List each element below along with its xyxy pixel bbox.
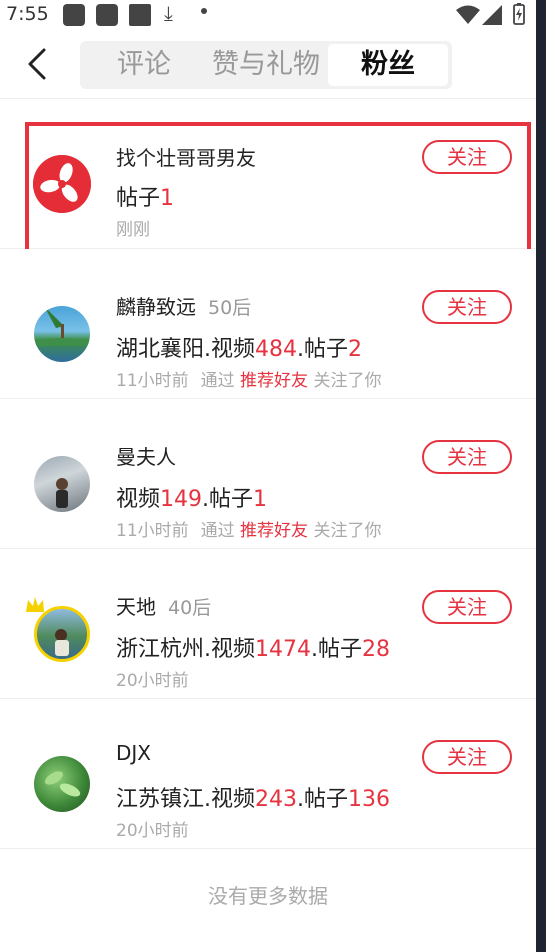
- follower-name: 曼夫人: [116, 445, 176, 469]
- landscape-avatar-image: [34, 306, 90, 346]
- age-tag: 50后: [208, 297, 252, 319]
- follower-name: DJX: [116, 741, 151, 765]
- list-item[interactable]: 曼夫人 视频149.帖子1 11小时前 通过 推荐好友 关注了你 关注: [0, 399, 536, 549]
- follow-button[interactable]: 关注: [422, 590, 512, 624]
- tab-followers[interactable]: 粉丝: [328, 44, 448, 86]
- follower-name: 天地 40后: [116, 595, 212, 619]
- follower-name: 麟静致远 50后: [116, 295, 252, 319]
- battery-icon: [513, 3, 525, 25]
- side-edge: [536, 0, 546, 952]
- list-item[interactable]: DJX 江苏镇江.视频243.帖子136 20小时前 关注: [0, 699, 536, 849]
- tab-bar: 评论 赞与礼物 粉丝: [80, 41, 452, 89]
- list-item[interactable]: 天地 40后 浙江杭州.视频1474.帖子28 20小时前 关注: [0, 549, 536, 699]
- crown-badge-icon: [26, 597, 44, 612]
- avatar[interactable]: [33, 155, 91, 213]
- signal-icon: [482, 5, 502, 25]
- recommend-friends-link[interactable]: 推荐好友: [240, 521, 308, 541]
- chevron-left-icon: [28, 48, 46, 80]
- tab-comments[interactable]: 评论: [100, 44, 188, 86]
- age-tag: 40后: [168, 597, 212, 619]
- follower-name: 找个壮哥哥男友: [116, 146, 256, 170]
- follow-button[interactable]: 关注: [422, 440, 512, 474]
- follower-info: 视频149.帖子1: [116, 487, 268, 512]
- follow-meta: 11小时前 通过 推荐好友 关注了你: [116, 371, 382, 391]
- status-time: 7:55: [6, 3, 49, 25]
- follower-info: 浙江杭州.视频1474.帖子28: [116, 637, 390, 662]
- person-avatar-image: [56, 478, 68, 508]
- status-bar: 7:55 ⤓: [0, 0, 536, 30]
- recommend-friends-link[interactable]: 推荐好友: [240, 371, 308, 391]
- follow-button[interactable]: 关注: [422, 290, 512, 324]
- follow-button[interactable]: 关注: [422, 140, 512, 174]
- follower-info: 帖子1: [116, 186, 175, 211]
- download-icon: ⤓: [164, 1, 173, 25]
- notification-image-icon: [129, 4, 151, 26]
- wifi-icon: [456, 5, 480, 24]
- follow-time: 刚刚: [116, 220, 150, 240]
- follow-button[interactable]: 关注: [422, 740, 512, 774]
- list-item[interactable]: 麟静致远 50后 湖北襄阳.视频484.帖子2 11小时前 通过 推荐好友 关注了你…: [0, 249, 536, 399]
- follower-list: 找个壮哥哥男友 帖子1 刚刚 关注 麟静致远 50后 湖北襄阳.视频484.帖子2…: [0, 99, 536, 849]
- leaves-avatar-image: [44, 771, 81, 797]
- avatar[interactable]: [34, 456, 90, 512]
- follow-time: 20小时前: [116, 671, 189, 691]
- notification-app-icon: [96, 4, 118, 26]
- list-item[interactable]: 找个壮哥哥男友 帖子1 刚刚 关注: [0, 99, 536, 254]
- follower-info: 江苏镇江.视频243.帖子136: [116, 787, 390, 812]
- avatar[interactable]: [34, 306, 90, 362]
- person-avatar-image: [55, 629, 69, 656]
- follow-time: 20小时前: [116, 821, 189, 841]
- more-notifications-dot-icon: [201, 8, 207, 14]
- avatar[interactable]: [34, 756, 90, 812]
- top-bar: 评论 赞与礼物 粉丝: [0, 30, 536, 99]
- notification-app-icon: [63, 4, 85, 26]
- follow-meta: 11小时前 通过 推荐好友 关注了你: [116, 521, 382, 541]
- pinwheel-logo-icon: [33, 155, 91, 213]
- follower-info: 湖北襄阳.视频484.帖子2: [116, 337, 362, 362]
- tab-likes-gifts[interactable]: 赞与礼物: [206, 44, 326, 86]
- back-button[interactable]: [18, 44, 58, 84]
- no-more-data-text: 没有更多数据: [208, 884, 328, 908]
